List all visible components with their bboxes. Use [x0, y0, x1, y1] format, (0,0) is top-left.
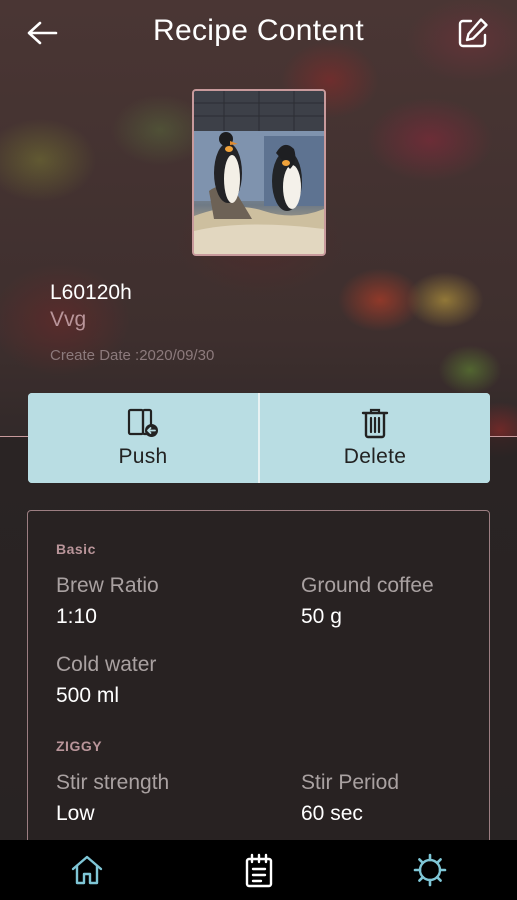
page-title: Recipe Content [153, 14, 364, 47]
recipe-list-icon [245, 853, 272, 888]
delete-button[interactable]: Delete [258, 393, 490, 483]
edit-icon [458, 18, 488, 48]
stir-strength-value: Low [56, 802, 95, 825]
stir-period-value: 60 sec [301, 802, 363, 825]
stir-strength-label: Stir strength [56, 771, 170, 794]
edit-button[interactable] [456, 16, 490, 50]
brew-ratio-value: 1:10 [56, 605, 97, 628]
cold-water-value: 500 ml [56, 684, 120, 707]
ground-coffee-value: 50 g [301, 605, 342, 628]
stir-period-label: Stir Period [301, 771, 400, 794]
action-bar: Push Delete [28, 393, 490, 483]
gear-icon [413, 853, 447, 887]
create-date: Create Date :2020/09/30 [50, 347, 215, 364]
home-icon [71, 855, 103, 885]
recipe-details-card: Basic Brew Ratio 1:10 Ground coffee 50 g… [27, 510, 490, 855]
trash-icon [361, 408, 389, 439]
recipe-photo [192, 89, 326, 256]
nav-settings[interactable] [400, 840, 460, 900]
delete-label: Delete [343, 445, 407, 468]
recipe-subtitle: Vvg [50, 308, 87, 331]
push-button[interactable]: Push [28, 393, 258, 483]
section-title-basic: Basic [56, 541, 96, 557]
brew-ratio-label: Brew Ratio [56, 574, 159, 597]
header: Recipe Content [0, 0, 517, 68]
cold-water-label: Cold water [56, 653, 157, 676]
bottom-nav [0, 840, 517, 900]
section-title-ziggy: ZIGGY [56, 738, 103, 754]
nav-home[interactable] [57, 840, 117, 900]
ground-coffee-label: Ground coffee [301, 574, 434, 597]
recipe-name: L60120h [50, 281, 132, 304]
nav-recipes[interactable] [229, 840, 289, 900]
push-label: Push [118, 445, 168, 468]
push-icon [127, 408, 158, 437]
